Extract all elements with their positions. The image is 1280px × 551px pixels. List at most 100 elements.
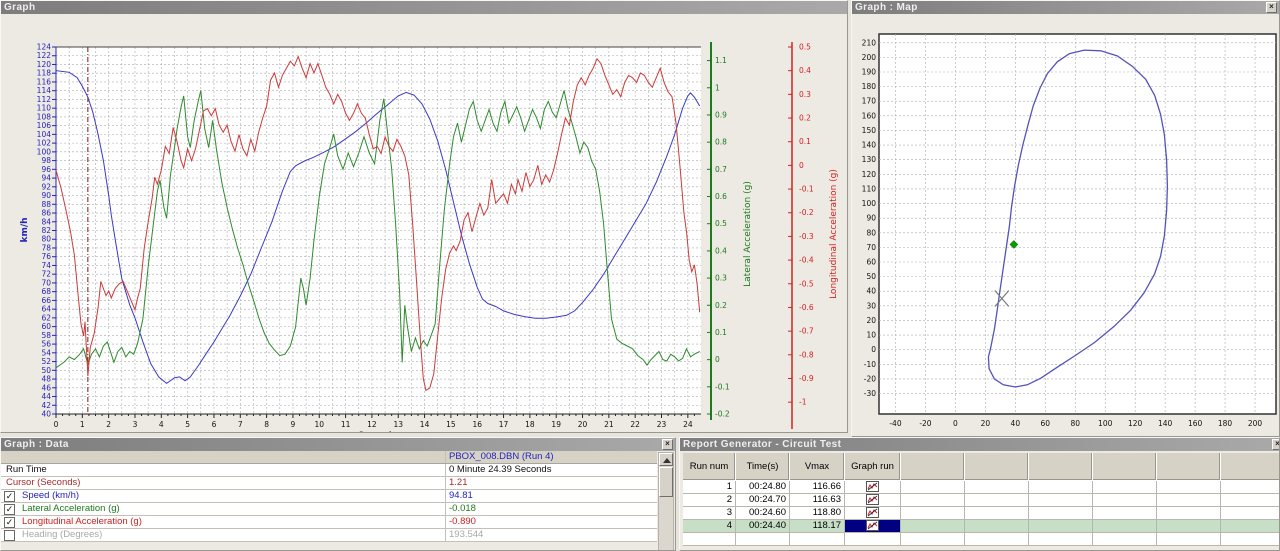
- report-cell-empty[interactable]: [845, 533, 901, 546]
- axis-title: Lateral Acceleration (g): [743, 181, 753, 287]
- report-cell[interactable]: [1029, 520, 1093, 533]
- report-cell[interactable]: [901, 481, 965, 494]
- graph-run-icon[interactable]: [866, 494, 879, 505]
- column-header-graph-run: Graph run: [845, 453, 901, 481]
- axis-tick-label: -0.9: [799, 374, 814, 383]
- report-cell[interactable]: [1093, 494, 1157, 507]
- graph-run-cell[interactable]: [845, 507, 901, 520]
- scroll-up-icon[interactable]: [659, 453, 673, 466]
- report-cell[interactable]: 00:24.70: [736, 494, 790, 507]
- report-cell-empty[interactable]: [1093, 533, 1157, 546]
- speed-tick-label: 110: [37, 104, 52, 113]
- report-cell[interactable]: 116.66: [790, 481, 845, 494]
- report-cell[interactable]: [965, 507, 1029, 520]
- data-panel-titlebar[interactable]: Graph : Data: [1, 438, 675, 451]
- report-cell-empty[interactable]: [1157, 533, 1221, 546]
- report-cell-empty[interactable]: [790, 533, 845, 546]
- run-file-header[interactable]: PBOX_008.DBN (Run 4): [446, 451, 657, 463]
- report-cell-empty[interactable]: [736, 533, 790, 546]
- report-cell-empty[interactable]: [1221, 533, 1280, 546]
- scrollbar-thumb[interactable]: [659, 467, 673, 497]
- report-cell[interactable]: [1157, 481, 1221, 494]
- map-x-tick-label: -40: [889, 419, 901, 428]
- speed-tick-label: 82: [41, 226, 51, 235]
- checked-checkbox-icon[interactable]: ✓: [4, 504, 15, 515]
- map-y-tick-label: 50: [866, 272, 876, 281]
- report-cell[interactable]: [1029, 507, 1093, 520]
- report-cell[interactable]: [965, 481, 1029, 494]
- data-table-row: ✓ Longitudinal Acceleration (g) -0.890: [1, 516, 657, 529]
- report-cell[interactable]: [1029, 494, 1093, 507]
- report-cell[interactable]: 00:24.40: [736, 520, 790, 533]
- channel-cell: ✓ Longitudinal Acceleration (g): [1, 516, 446, 528]
- report-cell[interactable]: [965, 494, 1029, 507]
- report-cell[interactable]: [965, 520, 1029, 533]
- map-panel-titlebar[interactable]: Graph : Map: [852, 1, 1279, 14]
- axis-tick-label: 0.2: [715, 301, 727, 310]
- report-panel-titlebar[interactable]: Report Generator - Circuit Test: [680, 438, 1279, 451]
- report-cell-empty[interactable]: [965, 533, 1029, 546]
- x-tick-label: 10: [314, 420, 324, 429]
- report-cell[interactable]: [1093, 507, 1157, 520]
- column-header-empty: [901, 453, 965, 481]
- speed-tick-label: 104: [37, 130, 52, 139]
- report-cell[interactable]: 00:24.60: [736, 507, 790, 520]
- report-cell[interactable]: [1221, 520, 1280, 533]
- track-map-chart[interactable]: -40-20020406080100120140160180200-30-20-…: [852, 14, 1280, 437]
- map-close-icon[interactable]: [1266, 2, 1277, 13]
- speed-acceleration-chart[interactable]: 4042444648505254565860626466687072747678…: [1, 14, 848, 433]
- speed-tick-label: 84: [41, 217, 51, 226]
- map-plot-area[interactable]: [879, 34, 1276, 414]
- report-cell[interactable]: [1221, 494, 1280, 507]
- report-cell[interactable]: 118.80: [790, 507, 845, 520]
- report-cell[interactable]: 116.63: [790, 494, 845, 507]
- report-cell[interactable]: [1093, 481, 1157, 494]
- report-cell[interactable]: [1157, 520, 1221, 533]
- graph-run-cell[interactable]: [845, 494, 901, 507]
- checked-checkbox-icon[interactable]: ✓: [4, 491, 15, 502]
- graph-panel-titlebar[interactable]: Graph: [1, 1, 847, 14]
- data-panel-close-icon[interactable]: [662, 439, 673, 450]
- report-cell[interactable]: 4: [683, 520, 736, 533]
- report-cell[interactable]: 2: [683, 494, 736, 507]
- report-cell[interactable]: 118.17: [790, 520, 845, 533]
- report-cell[interactable]: [901, 507, 965, 520]
- report-cell[interactable]: [1221, 481, 1280, 494]
- axis-tick-label: 0.3: [799, 90, 811, 99]
- channel-value: -0.018: [446, 503, 657, 515]
- report-cell[interactable]: [901, 494, 965, 507]
- axis-tick-label: -0.1: [799, 185, 814, 194]
- graph-run-icon[interactable]: [866, 481, 879, 492]
- graph-run-icon[interactable]: [866, 520, 879, 531]
- report-cell[interactable]: [1093, 520, 1157, 533]
- channel-cell: ✓ Lateral Acceleration (g): [1, 503, 446, 515]
- report-cell[interactable]: [1157, 494, 1221, 507]
- map-panel: Graph : Map -40-200204060801001201401601…: [851, 0, 1280, 437]
- checked-checkbox-icon[interactable]: ✓: [4, 517, 15, 528]
- axis-title: Longitudinal Acceleration (g): [829, 169, 839, 299]
- report-cell[interactable]: 1: [683, 481, 736, 494]
- report-cell-empty[interactable]: [901, 533, 965, 546]
- graph-run-icon[interactable]: [866, 507, 879, 518]
- speed-tick-label: 76: [41, 252, 51, 261]
- report-cell[interactable]: [1157, 507, 1221, 520]
- report-cell[interactable]: [901, 520, 965, 533]
- column-header-run-num: Run num: [683, 453, 736, 481]
- channel-label: Cursor (Seconds): [1, 477, 80, 489]
- map-x-tick-label: 120: [1128, 419, 1143, 428]
- report-cell[interactable]: 00:24.80: [736, 481, 790, 494]
- map-y-tick-label: 20: [866, 316, 876, 325]
- report-cell[interactable]: [1029, 481, 1093, 494]
- report-cell-empty[interactable]: [683, 533, 736, 546]
- data-table-scrollbar[interactable]: [658, 452, 674, 551]
- report-cell-empty[interactable]: [1029, 533, 1093, 546]
- graph-run-cell[interactable]: [845, 481, 901, 494]
- map-y-tick-label: 160: [862, 111, 877, 120]
- graph-run-cell[interactable]: [845, 520, 901, 533]
- report-cell[interactable]: 3: [683, 507, 736, 520]
- report-run-row: 200:24.70116.63: [683, 494, 1280, 507]
- unchecked-checkbox-icon[interactable]: [4, 530, 15, 541]
- report-panel-close-icon[interactable]: [1272, 439, 1280, 450]
- report-cell[interactable]: [1221, 507, 1280, 520]
- x-tick-label: 1: [80, 420, 85, 429]
